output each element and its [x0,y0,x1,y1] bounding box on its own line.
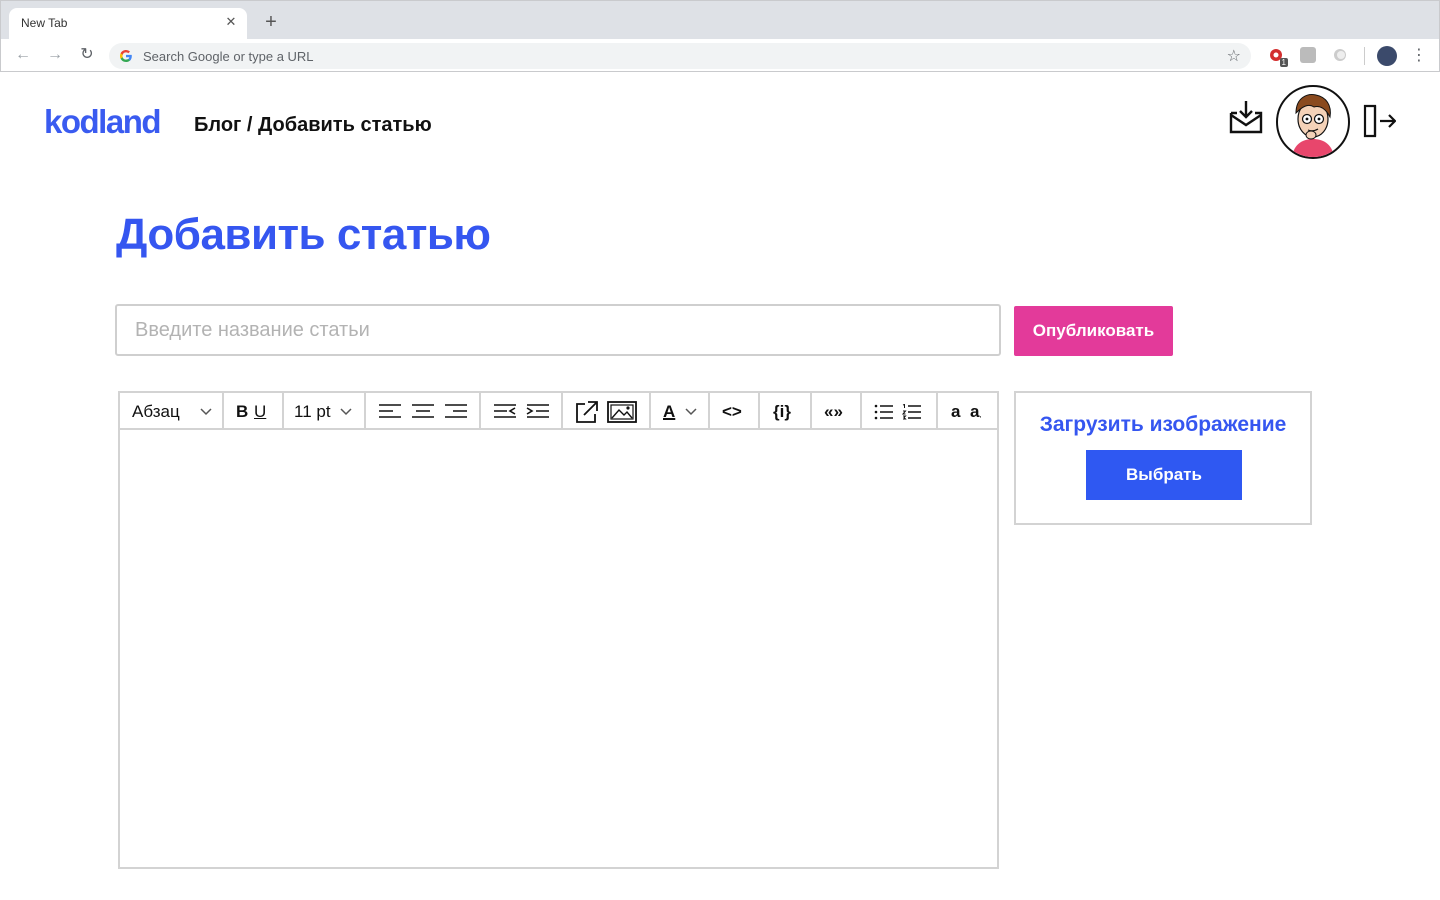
font-size-value: 11 pt [294,402,331,421]
case-group: a a, [938,393,997,430]
chevron-down-icon [340,408,352,416]
rich-text-editor: Абзац B U 11 pt A <> {i} «» a a, [118,391,999,869]
user-avatar[interactable] [1276,85,1350,159]
paragraph-style-select[interactable]: Абзац [120,393,224,430]
text-color-icon: A [663,402,676,421]
page-title: Добавить статью [116,210,491,259]
new-tab-button[interactable]: + [261,12,281,32]
bold-button[interactable]: B [236,393,248,430]
back-icon[interactable]: ← [13,45,33,65]
text-color-select[interactable]: A [651,393,710,430]
editor-toolbar: Абзац B U 11 pt A <> {i} «» a a, [120,393,997,430]
extension-icon[interactable]: 1 [1268,47,1288,67]
publish-button[interactable]: Опубликовать [1014,306,1173,356]
chevron-down-icon [200,408,212,416]
browser-tab[interactable]: New Tab ✕ [9,8,247,39]
subscript-button[interactable]: a, [970,393,982,430]
forward-icon[interactable]: → [45,45,65,65]
choose-image-button[interactable]: Выбрать [1086,450,1242,500]
bookmark-star-icon[interactable]: ☆ [1227,46,1241,66]
toolbar-divider [1364,47,1365,65]
article-title-input[interactable] [115,304,1001,356]
chevron-down-icon [685,408,697,416]
toggle-extension-icon[interactable] [1332,47,1348,63]
inline-code-button[interactable]: <> [722,393,742,430]
tab-title: New Tab [21,16,68,30]
inbox-download-icon[interactable] [1228,99,1264,135]
extension-badge: 1 [1279,58,1288,67]
paragraph-style-value: Абзац [132,402,180,421]
editor-content-area[interactable] [120,432,997,867]
lowercase-button[interactable]: a [951,393,960,430]
align-right-icon[interactable] [444,403,468,419]
profile-avatar-icon[interactable] [1377,46,1397,66]
inline-code-group: <> [710,393,760,430]
google-icon [120,50,132,62]
upload-image-title: Загрузить изображение [1039,413,1287,436]
browser-window: New Tab ✕ + ← → ↻ Search Google or type … [0,0,1440,72]
tab-strip: New Tab ✕ + [1,1,1439,39]
outdent-icon[interactable] [493,403,517,419]
close-tab-icon[interactable]: ✕ [223,14,239,30]
browser-toolbar: ← → ↻ Search Google or type a URL ☆ 1 ⋮ [1,39,1439,72]
image-extension-icon[interactable] [1300,47,1316,63]
image-upload-card: Загрузить изображение Выбрать [1014,391,1312,525]
reload-icon[interactable]: ↻ [77,45,97,65]
omnibox[interactable]: Search Google or type a URL ☆ [109,43,1251,69]
insert-link-icon[interactable] [575,400,599,424]
logout-icon[interactable] [1362,104,1396,138]
quote-button[interactable]: «» [824,393,843,430]
numbered-list-icon[interactable] [902,404,922,420]
format-group: B U [224,393,284,430]
code-block-group: {i} [760,393,812,430]
cartoon-avatar-icon [1292,94,1334,157]
insert-group [563,393,651,430]
font-size-select[interactable]: 11 pt [284,393,366,430]
underline-button[interactable]: U [254,393,266,430]
bulleted-list-icon[interactable] [874,404,894,420]
indent-group [481,393,563,430]
menu-kebab-icon[interactable]: ⋮ [1411,45,1427,65]
align-center-icon[interactable] [411,403,435,419]
breadcrumb: Блог / Добавить статью [194,114,432,136]
align-group [366,393,481,430]
align-left-icon[interactable] [378,403,402,419]
insert-image-icon[interactable] [607,400,637,424]
kodland-logo[interactable]: kodland [44,103,162,141]
indent-icon[interactable] [526,403,550,419]
quote-group: «» [812,393,862,430]
list-group [862,393,938,430]
omnibox-placeholder: Search Google or type a URL [143,49,314,64]
code-block-button[interactable]: {i} [773,393,791,430]
